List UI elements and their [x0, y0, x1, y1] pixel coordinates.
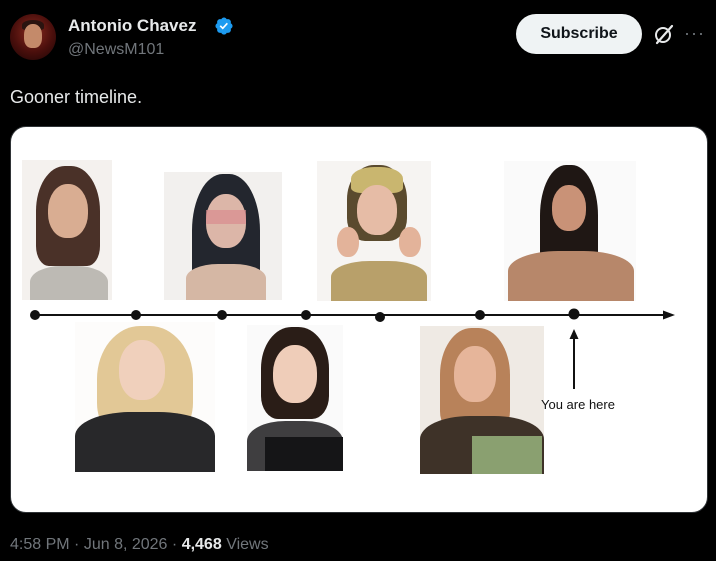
timeline-dot [131, 310, 141, 320]
timeline-graphic [30, 308, 675, 389]
timeline-dot [217, 310, 227, 320]
timeline-dot [30, 310, 40, 320]
pointer-arrowhead [569, 329, 579, 339]
post-date[interactable]: Jun 8, 2026 [84, 536, 168, 553]
author-name[interactable]: Antonio Chavez [68, 16, 196, 36]
grok-icon[interactable] [652, 22, 676, 46]
views-count: 4,468 [181, 536, 222, 553]
post-time[interactable]: 4:58 PM [10, 536, 70, 553]
verified-badge-icon [215, 17, 233, 35]
author-handle[interactable]: @NewsM101 [68, 41, 164, 59]
timeline-arrowhead [663, 310, 675, 320]
avatar[interactable] [10, 14, 56, 60]
timeline-dot [475, 310, 485, 320]
more-options-icon[interactable]: ··· [684, 22, 706, 44]
post-text: Gooner timeline. [10, 87, 143, 107]
meta-separator: · [74, 536, 80, 553]
meta-separator: · [171, 536, 178, 553]
views-label: Views [226, 536, 269, 553]
post-meta: 4:58 PM · Jun 8, 2026 · 4,468 Views [10, 536, 269, 554]
subscribe-button[interactable]: Subscribe [516, 14, 642, 54]
you-are-here-label: You are here [541, 397, 615, 412]
timeline-dot [301, 310, 311, 320]
timeline-dot [375, 312, 385, 322]
timeline-dot [568, 308, 580, 320]
post-image[interactable]: You are here [10, 126, 708, 513]
